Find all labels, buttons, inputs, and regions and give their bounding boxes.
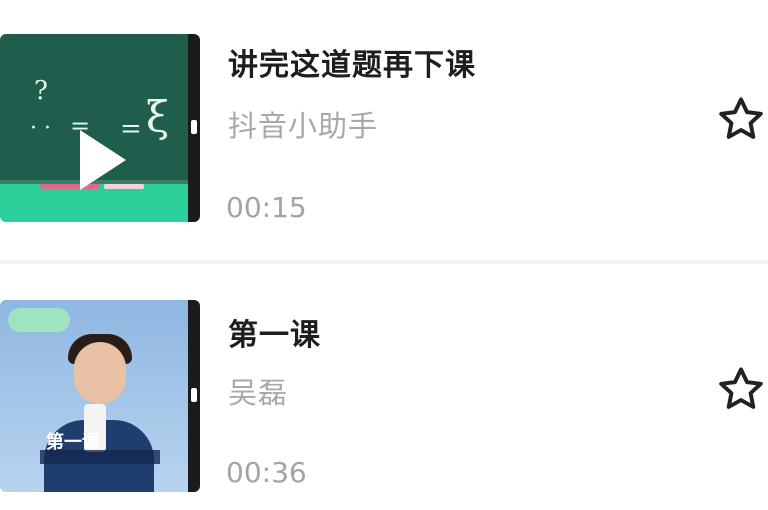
favorite-star-icon[interactable]	[716, 94, 766, 144]
video-thumbnail[interactable]: 第一课	[0, 300, 200, 492]
item-duration: 00:15	[226, 191, 307, 224]
list-item[interactable]: 第一课 第一课 吴磊 00:36	[0, 270, 768, 510]
video-thumbnail[interactable]: ? · · = = ξ	[0, 34, 200, 222]
item-title[interactable]: 第一课	[228, 310, 321, 354]
chalk-mark: ξ	[146, 92, 170, 141]
divider	[0, 260, 768, 264]
list-item[interactable]: ? · · = = ξ 讲完这道题再下课 抖音小助手 00:15	[0, 0, 768, 262]
item-title[interactable]: 讲完这道题再下课	[228, 40, 476, 84]
item-duration: 00:36	[226, 456, 307, 489]
item-author: 抖音小助手	[228, 109, 379, 143]
play-icon	[80, 130, 126, 190]
chalk-mark: ?	[34, 76, 48, 106]
logo	[8, 308, 70, 332]
item-author: 吴磊	[228, 376, 289, 410]
chalk-mark: · ·	[30, 116, 51, 141]
thumbnail-caption: 第一课	[46, 432, 100, 453]
favorite-star-icon[interactable]	[716, 364, 766, 414]
